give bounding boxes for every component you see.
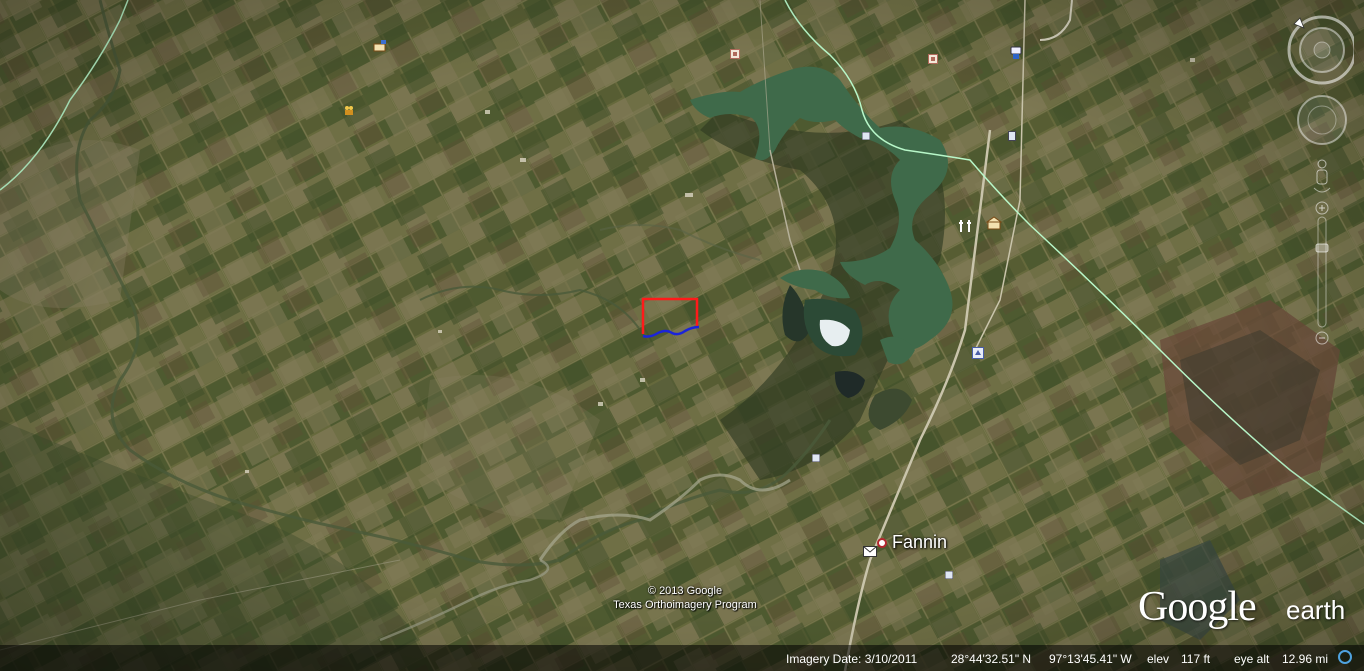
elevation-value: 117 ft bbox=[1181, 652, 1211, 666]
poi-marker-icon[interactable] bbox=[343, 103, 355, 115]
status-circle-icon bbox=[1338, 650, 1352, 664]
zoom-slider-icon[interactable] bbox=[1315, 201, 1329, 345]
move-joystick-icon[interactable] bbox=[1297, 95, 1347, 145]
street-view-pegman-icon[interactable] bbox=[1313, 159, 1331, 193]
google-earth-logo: Google earth bbox=[1138, 583, 1356, 633]
elevation-label: elev bbox=[1147, 652, 1170, 666]
poi-marker-icon[interactable] bbox=[1008, 128, 1020, 141]
poi-marker-icon[interactable] bbox=[958, 219, 971, 232]
poi-marker-icon[interactable] bbox=[811, 449, 824, 463]
poi-marker-icon[interactable] bbox=[373, 39, 386, 52]
longitude-readout: 97°13'45.41" W bbox=[1049, 652, 1132, 666]
place-marker-dot[interactable] bbox=[877, 538, 887, 548]
poi-marker-icon[interactable] bbox=[972, 346, 984, 359]
copyright-line: © 2013 Google bbox=[647, 585, 723, 597]
satellite-map[interactable] bbox=[0, 0, 1364, 671]
imagery-copyright: © 2013 Google Texas Orthoimagery Program bbox=[590, 584, 780, 612]
copyright-line: Texas Orthoimagery Program bbox=[613, 599, 757, 611]
poi-marker-icon[interactable] bbox=[985, 216, 1003, 230]
poi-marker-icon[interactable] bbox=[928, 51, 940, 64]
eye-altitude-value: 12.96 mi bbox=[1282, 652, 1329, 666]
place-label-fannin[interactable]: Fannin bbox=[892, 532, 947, 553]
logo-earth-text: earth bbox=[1286, 595, 1346, 625]
look-joystick-icon[interactable] bbox=[1299, 27, 1345, 73]
eye-altitude-label: eye alt bbox=[1234, 652, 1270, 666]
navigation-controls bbox=[1284, 12, 1357, 362]
logo-google-text: Google bbox=[1138, 584, 1257, 630]
poi-marker-icon[interactable] bbox=[861, 127, 874, 141]
poi-marker-icon[interactable] bbox=[944, 566, 957, 580]
poi-marker-icon[interactable] bbox=[1010, 46, 1022, 59]
latitude-readout: 28°44'32.51" N bbox=[951, 652, 1032, 666]
imagery-date: Imagery Date: 3/10/2011 bbox=[786, 652, 918, 666]
poi-marker-icon[interactable] bbox=[730, 46, 742, 59]
status-bar: Imagery Date: 3/10/2011 28°44'32.51" N 9… bbox=[0, 645, 1364, 671]
post-office-icon[interactable] bbox=[863, 544, 877, 562]
